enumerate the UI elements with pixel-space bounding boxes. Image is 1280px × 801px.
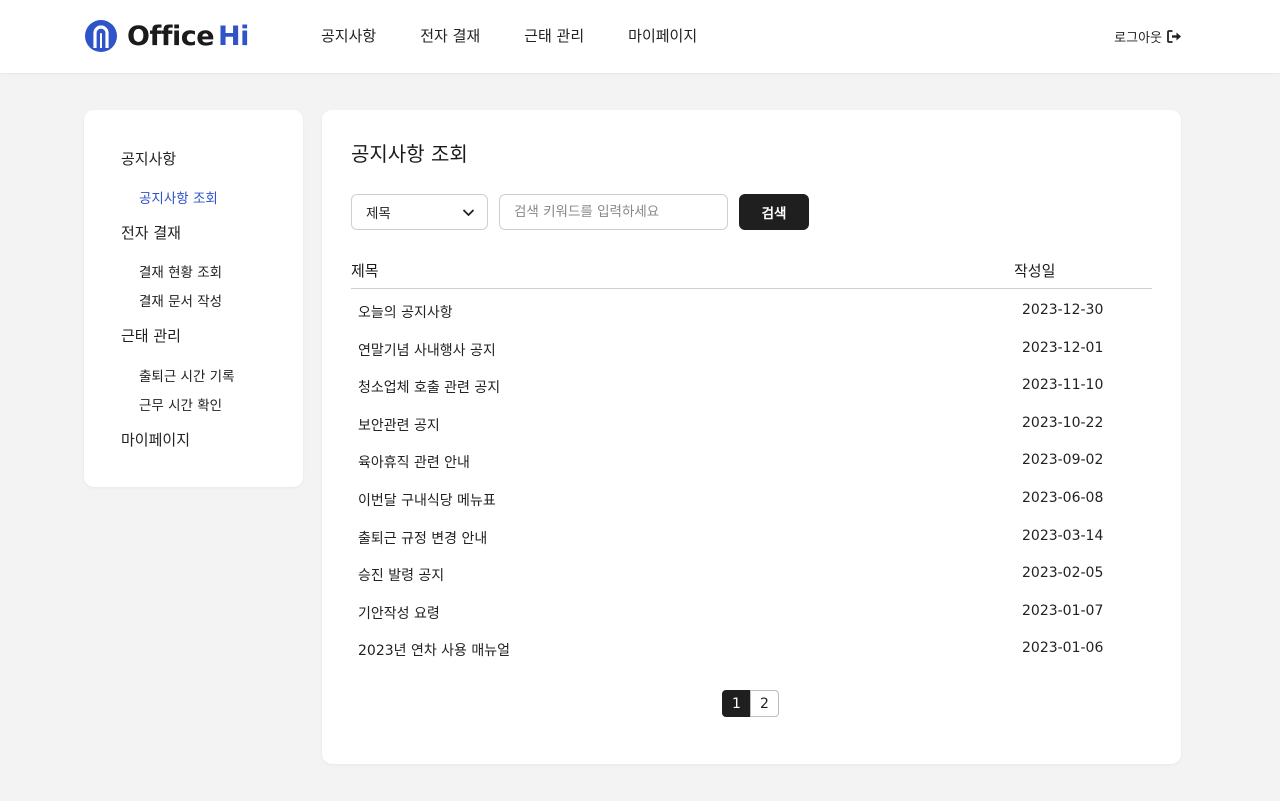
logo-mark-icon	[85, 20, 117, 52]
nav-notices[interactable]: 공지사항	[321, 25, 376, 46]
row-title: 보안관련 공지	[358, 417, 440, 434]
row-date: 2023-10-22	[1022, 414, 1104, 431]
logout-label: 로그아웃	[1114, 31, 1162, 46]
table-row[interactable]: 기안작성 요령 2023-01-07	[351, 593, 1152, 631]
page-1-button[interactable]: 1	[722, 690, 751, 717]
sidebar-group-mypage[interactable]: 마이페이지	[121, 429, 190, 450]
row-date: 2023-06-08	[1022, 489, 1104, 506]
row-title: 기안작성 요령	[358, 605, 440, 622]
table-row[interactable]: 2023년 연차 사용 매뉴얼 2023-01-06	[351, 630, 1152, 668]
row-date: 2023-01-07	[1022, 602, 1104, 619]
row-title: 연말기념 사내행사 공지	[358, 342, 496, 359]
logo[interactable]: Office Hi	[84, 18, 249, 54]
sidebar-item-approval-write[interactable]: 결재 문서 작성	[139, 290, 222, 310]
table-row[interactable]: 이번달 구내식당 메뉴표 2023-06-08	[351, 480, 1152, 518]
table-row[interactable]: 연말기념 사내행사 공지 2023-12-01	[351, 330, 1152, 368]
table-row[interactable]: 육아휴직 관련 안내 2023-09-02	[351, 442, 1152, 480]
logout-button[interactable]: 로그아웃	[1114, 27, 1182, 46]
row-title: 육아휴직 관련 안내	[358, 455, 470, 472]
header-divider	[351, 288, 1152, 289]
row-date: 2023-09-02	[1022, 452, 1104, 469]
table-row[interactable]: 승진 발령 공지 2023-02-05	[351, 555, 1152, 593]
row-date: 2023-03-14	[1022, 527, 1104, 544]
table-row[interactable]: 오늘의 공지사항 2023-12-30	[351, 292, 1152, 330]
logo-text: Office Hi	[127, 20, 249, 52]
sidebar-item-clock-record[interactable]: 출퇴근 시간 기록	[139, 365, 235, 385]
row-date: 2023-02-05	[1022, 565, 1104, 582]
row-date: 2023-12-01	[1022, 339, 1104, 356]
row-title: 이번달 구내식당 메뉴표	[358, 492, 496, 509]
sidebar-item-notice-list[interactable]: 공지사항 조회	[139, 187, 218, 207]
search-button[interactable]: 검색	[739, 194, 809, 230]
select-value: 제목	[366, 206, 391, 222]
search-input[interactable]	[499, 194, 728, 230]
table-row[interactable]: 청소업체 호출 관련 공지 2023-11-10	[351, 367, 1152, 405]
sidebar-group-attendance[interactable]: 근태 관리	[121, 325, 181, 346]
table-row[interactable]: 보안관련 공지 2023-10-22	[351, 405, 1152, 443]
main-nav: 공지사항 전자 결재 근태 관리 마이페이지	[321, 25, 741, 46]
row-date: 2023-12-30	[1022, 302, 1104, 318]
sign-out-icon	[1167, 30, 1181, 43]
page-2-button[interactable]: 2	[750, 690, 779, 717]
sidebar: 공지사항 공지사항 조회 전자 결재 결재 현황 조회 결재 문서 작성 근태 …	[84, 110, 303, 487]
sidebar-group-notices[interactable]: 공지사항	[121, 148, 176, 169]
main-card: 공지사항 조회 제목 검색 제목 작성일 오늘의 공지사항 2023-12-30 …	[322, 110, 1181, 764]
chevron-down-icon	[462, 209, 475, 217]
column-header-title: 제목	[351, 262, 379, 280]
page-title: 공지사항 조회	[351, 142, 468, 166]
row-date: 2023-11-10	[1022, 377, 1104, 394]
nav-approval[interactable]: 전자 결재	[420, 25, 480, 46]
row-title: 승진 발령 공지	[358, 568, 445, 585]
nav-mypage[interactable]: 마이페이지	[628, 25, 697, 46]
row-title: 2023년 연차 사용 매뉴얼	[358, 643, 511, 660]
nav-attendance[interactable]: 근태 관리	[524, 25, 584, 46]
table-row[interactable]: 출퇴근 규정 변경 안내 2023-03-14	[351, 518, 1152, 556]
search-field-select[interactable]: 제목	[351, 194, 488, 230]
row-title: 오늘의 공지사항	[358, 305, 453, 321]
row-title: 출퇴근 규정 변경 안내	[358, 530, 488, 547]
sidebar-group-approval[interactable]: 전자 결재	[121, 222, 181, 243]
pagination: 1 2	[722, 690, 779, 717]
column-header-date: 작성일	[1014, 262, 1056, 280]
row-date: 2023-01-06	[1022, 640, 1104, 657]
sidebar-item-approval-status[interactable]: 결재 현황 조회	[139, 261, 222, 281]
row-title: 청소업체 호출 관련 공지	[358, 380, 501, 397]
sidebar-item-work-hours[interactable]: 근무 시간 확인	[139, 394, 222, 414]
notice-table: 오늘의 공지사항 2023-12-30 연말기념 사내행사 공지 2023-12-0…	[351, 292, 1152, 668]
top-header: Office Hi 공지사항 전자 결재 근태 관리 마이페이지 로그아웃	[0, 0, 1280, 73]
